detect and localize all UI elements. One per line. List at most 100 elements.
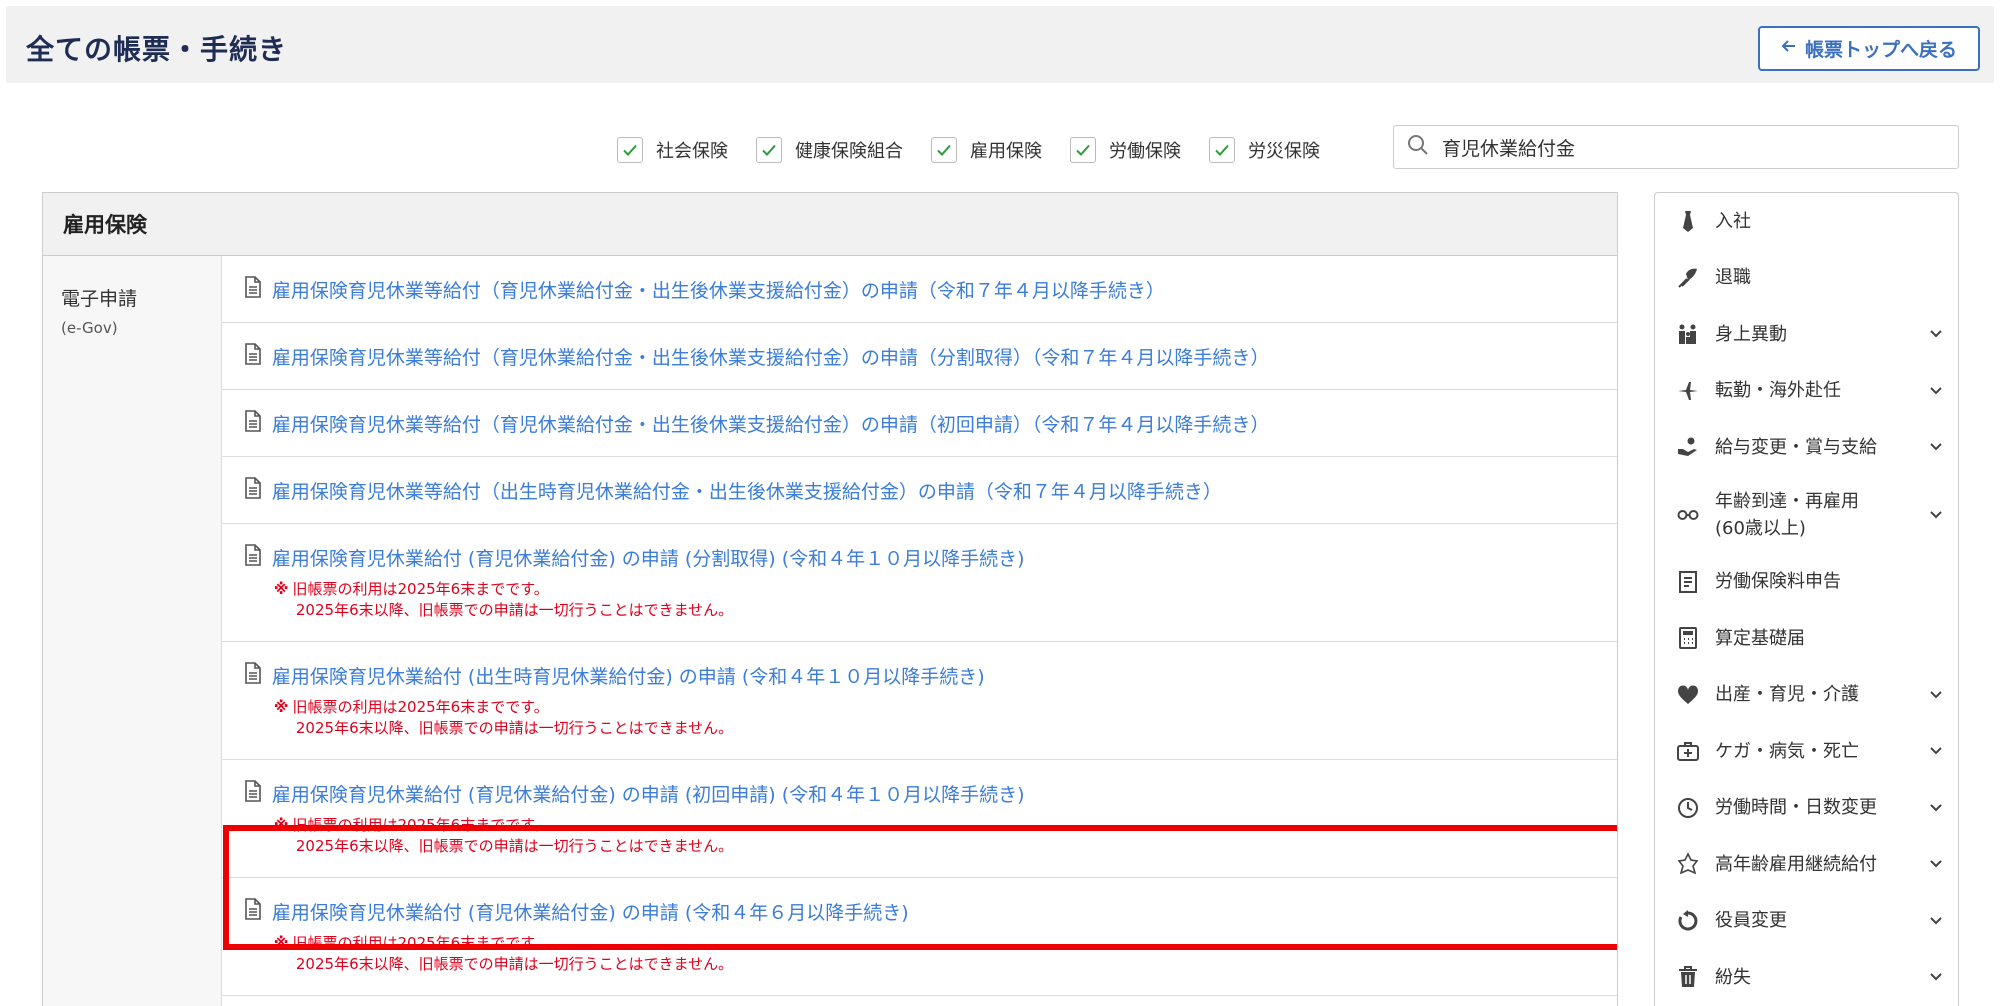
form-link[interactable]: 雇用保険育児休業給付 (育児休業給付金) の申請 (令和４年６月以降手続き) — [244, 898, 1617, 925]
form-link[interactable]: 雇用保険育児休業給付 (育児休業給付金) の申請 (分割取得) (令和４年１０月… — [244, 544, 1617, 571]
filter-checkbox-4[interactable]: 労働保険 — [1070, 137, 1181, 163]
back-to-forms-top-button[interactable]: 帳票トップへ戻る — [1758, 26, 1980, 71]
sidebar-item-label: 労働時間・日数変更 — [1715, 794, 1928, 821]
calculator-icon — [1675, 625, 1701, 651]
sidebar-label-line: 役員変更 — [1715, 910, 1787, 932]
checkbox-checked-icon[interactable] — [931, 137, 957, 163]
filter-label: 健康保険組合 — [795, 141, 903, 162]
filter-checkbox-3[interactable]: 雇用保険 — [931, 137, 1042, 163]
form-link-text: 雇用保険育児休業等給付（育児休業給付金・出生後休業支援給付金）の申請（初回申請）… — [271, 413, 1270, 436]
deprecation-note: ※ 旧帳票の利用は2025年6末までです。 2025年6末以降、旧帳票での申請は一切… — [274, 697, 1617, 739]
filter-checkbox-2[interactable]: 健康保険組合 — [756, 137, 903, 163]
results-panel: 雇用保険 電子申請 (e-Gov) 雇用保険育児休業等給付（育児休業給付金・出生… — [42, 192, 1618, 1006]
form-list-item: 雇用保険育児休業等給付（出生時育児休業給付金・出生後休業支援給付金）の申請（令和… — [221, 457, 1617, 524]
form-link-text: 雇用保険育児休業給付 (出生時育児休業給付金) の申請 (令和４年１０月以降手続… — [271, 666, 985, 688]
chevron-down-icon[interactable] — [1928, 803, 1944, 813]
airplane-icon — [1675, 378, 1701, 404]
chevron-down-icon[interactable] — [1928, 510, 1944, 520]
sidebar-item-label: ケガ・病気・死亡 — [1715, 738, 1928, 765]
sidebar-item-3[interactable]: 身上異動 — [1655, 306, 1958, 363]
document-icon — [244, 780, 262, 807]
document-icon — [244, 898, 262, 925]
form-list-item: 雇用保険育児休業給付 (育児休業給付金) の申請 (初回申請) (令和４年１０月… — [221, 760, 1617, 878]
deprecation-note: ※ 旧帳票の利用は2025年6末までです。 2025年6末以降、旧帳票での申請は一切… — [274, 815, 1617, 857]
note-mark: ※ — [273, 580, 289, 598]
note-line-2: 2025年6末以降、旧帳票での申請は一切行うことはできません。 — [295, 837, 734, 855]
sidebar-item-label: 役員変更 — [1715, 907, 1928, 934]
page-title: 全ての帳票・手続き — [26, 33, 288, 66]
chevron-down-icon[interactable] — [1928, 386, 1944, 396]
chevron-down-icon[interactable] — [1928, 690, 1944, 700]
category-label-column: 電子申請 (e-Gov) — [43, 256, 222, 1006]
chevron-down-icon[interactable] — [1928, 916, 1944, 926]
sidebar-item-label: 算定基礎届 — [1715, 625, 1944, 652]
note-line-2: 2025年6末以降、旧帳票での申請は一切行うことはできません。 — [295, 601, 734, 619]
sidebar-label-line: 給与変更・賞与支給 — [1715, 436, 1877, 458]
money-hand-icon — [1675, 434, 1701, 460]
search-input[interactable] — [1442, 136, 1922, 158]
search-icon — [1406, 133, 1430, 161]
checkbox-checked-icon[interactable] — [1209, 137, 1235, 163]
document-icon — [244, 662, 262, 689]
sidebar-item-8[interactable]: 算定基礎届 — [1655, 610, 1958, 667]
sidebar-item-7[interactable]: 労働保険料申告 — [1655, 554, 1958, 611]
page-header: 全ての帳票・手続き 帳票トップへ戻る — [6, 6, 1994, 83]
form-link-text: 雇用保険育児休業等給付（育児休業給付金・出生後休業支援給付金）の申請（分割取得）… — [271, 346, 1270, 369]
sidebar-item-9[interactable]: 出産・育児・介護 — [1655, 667, 1958, 724]
document-icon — [244, 342, 262, 370]
sidebar-item-11[interactable]: 労働時間・日数変更 — [1655, 780, 1958, 837]
chevron-down-icon[interactable] — [1928, 329, 1944, 339]
form-list-item: 雇用保険育児休業等給付（育児休業給付金・出生後休業支援給付金）の申請（初回申請）… — [221, 390, 1617, 457]
sidebar-label-line: 算定基礎届 — [1715, 627, 1805, 649]
deprecation-note: ※ 旧帳票の利用は2025年6末までです。 2025年6末以降、旧帳票での申請は一切… — [274, 579, 1617, 621]
form-list-item: 雇用保険育児休業給付 (育児休業給付金) の申請 (令和４年６月以降手続き) ※ 旧… — [221, 878, 1617, 996]
sidebar-item-5[interactable]: 給与変更・賞与支給 — [1655, 419, 1958, 476]
filter-checkbox-5[interactable]: 労災保険 — [1209, 137, 1320, 163]
sidebar-item-10[interactable]: ケガ・病気・死亡 — [1655, 723, 1958, 780]
sidebar-label-line: ケガ・病気・死亡 — [1715, 740, 1859, 762]
sidebar-item-6[interactable]: 年齢到達・再雇用 (60歳以上) — [1655, 476, 1958, 554]
sidebar-item-label: 高年齢雇用継続給付 — [1715, 851, 1928, 878]
form-link-text: 雇用保険育児休業給付 (育児休業給付金) の申請 (分割取得) (令和４年１０月… — [271, 548, 1025, 570]
sidebar-label-line: 転勤・海外赴任 — [1715, 380, 1841, 402]
form-link[interactable]: 雇用保険育児休業等給付（育児休業給付金・出生後休業支援給付金）の申請（初回申請）… — [244, 409, 1617, 437]
checkbox-checked-icon[interactable] — [756, 137, 782, 163]
search-box[interactable] — [1393, 125, 1959, 169]
clock-icon — [1675, 795, 1701, 821]
checkbox-checked-icon[interactable] — [1070, 137, 1096, 163]
form-link[interactable]: 雇用保険育児休業給付 (出生時育児休業給付金) の申請 (令和４年１０月以降手続… — [244, 662, 1617, 689]
chevron-down-icon[interactable] — [1928, 972, 1944, 982]
deprecation-note: ※ 旧帳票の利用は2025年6末までです。 2025年6末以降、旧帳票での申請は一切… — [274, 933, 1617, 975]
note-mark: ※ — [273, 816, 289, 834]
note-line-2: 2025年6末以降、旧帳票での申請は一切行うことはできません。 — [295, 955, 734, 973]
sidebar-label-line: 出産・育児・介護 — [1715, 684, 1859, 706]
form-link[interactable]: 雇用保険育児休業等給付（出生時育児休業給付金・出生後休業支援給付金）の申請（令和… — [244, 476, 1617, 504]
sidebar-label-line: 高年齢雇用継続給付 — [1715, 853, 1877, 875]
sidebar-item-14[interactable]: 紛失 — [1655, 949, 1958, 1006]
filter-checkbox-1[interactable]: 社会保険 — [617, 137, 728, 163]
note-mark: ※ — [273, 698, 289, 716]
heart-icon — [1675, 682, 1701, 708]
sidebar-item-2[interactable]: 退職 — [1655, 250, 1958, 307]
back-button-label: 帳票トップへ戻る — [1804, 40, 1957, 61]
document-lines-icon — [1675, 569, 1701, 595]
form-link[interactable]: 雇用保険育児休業等給付（育児休業給付金・出生後休業支援給付金）の申請（令和７年４… — [244, 275, 1617, 303]
form-link[interactable]: 雇用保険育児休業等給付（育児休業給付金・出生後休業支援給付金）の申請（分割取得）… — [244, 342, 1617, 370]
form-link[interactable]: 雇用保険育児休業給付 (育児休業給付金) の申請 (初回申請) (令和４年１０月… — [244, 780, 1617, 807]
chevron-down-icon[interactable] — [1928, 442, 1944, 452]
sidebar-item-label: 給与変更・賞与支給 — [1715, 434, 1928, 461]
filter-label: 雇用保険 — [970, 141, 1042, 162]
document-icon — [244, 476, 262, 504]
sidebar-item-4[interactable]: 転勤・海外赴任 — [1655, 363, 1958, 420]
event-sidebar: 入社 退職 身上異動 転勤・海外赴任 給与変更・賞与支給 年齢到達・再雇用 (60歳以上) 労… — [1654, 192, 1959, 1006]
sidebar-item-label: 転勤・海外赴任 — [1715, 377, 1928, 404]
tie-icon — [1675, 208, 1701, 234]
form-list-item: 雇用保険育児休業給付 (育児休業給付金) の申請 (分割取得) (令和４年１０月… — [221, 524, 1617, 642]
checkbox-checked-icon[interactable] — [617, 137, 643, 163]
sidebar-item-1[interactable]: 入社 — [1655, 193, 1958, 250]
chevron-down-icon[interactable] — [1928, 746, 1944, 756]
sidebar-item-13[interactable]: 役員変更 — [1655, 893, 1958, 950]
sidebar-item-12[interactable]: 高年齢雇用継続給付 — [1655, 836, 1958, 893]
chevron-down-icon[interactable] — [1928, 859, 1944, 869]
filter-label: 労働保険 — [1109, 141, 1181, 162]
